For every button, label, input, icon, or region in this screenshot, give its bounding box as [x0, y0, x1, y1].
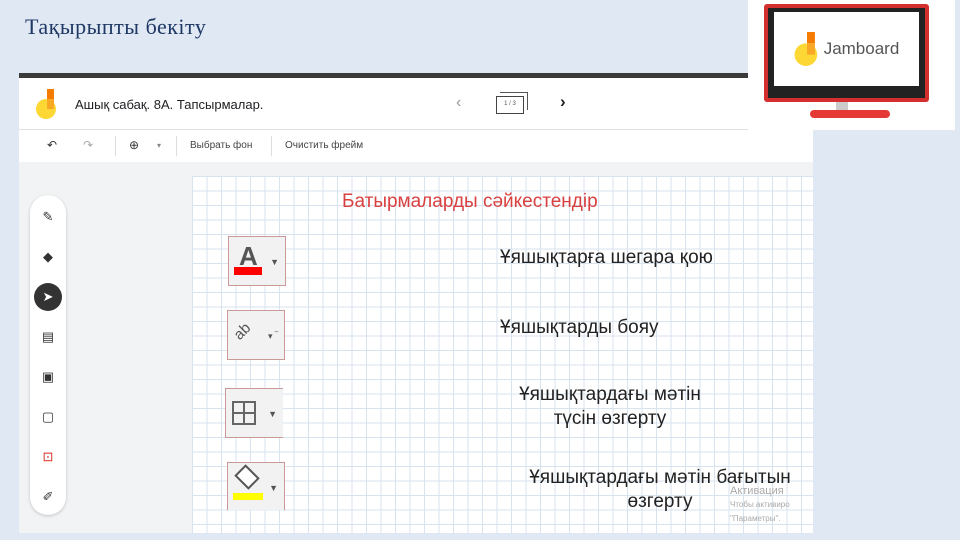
document-title[interactable]: Ашық сабақ. 8А. Тапсырмалар. [75, 97, 263, 112]
jamboard-logo-text: Jamboard [823, 39, 900, 58]
select-pointer-icon[interactable]: ➤ [34, 283, 62, 311]
borders-icon: ▼ [225, 388, 283, 438]
canvas-heading: Батырмаларды сәйкестендір [342, 191, 598, 212]
match-label-1: Ұяшықтарға шегара қою [500, 247, 713, 268]
fill-color-icon: ▼ [227, 462, 285, 510]
frame-counter: 1 / 3 [496, 96, 524, 114]
watermark-line: Активация [730, 485, 784, 497]
pen-icon[interactable]: ✎ [36, 205, 60, 229]
zoom-dropdown-icon[interactable]: ▾ [157, 141, 161, 150]
windows-activation-watermark: Активация Чтобы активиро "Параметры". [730, 484, 790, 526]
text-box-icon[interactable]: ⊡ [36, 445, 60, 469]
set-background-button[interactable]: Выбрать фон [190, 140, 252, 151]
frame-bar-button[interactable]: 1 / 3 [496, 92, 528, 114]
jamboard-logo-icon [794, 32, 817, 66]
match-label-3: Ұяшықтардағы мәтін түсін өзгерту [519, 384, 701, 429]
watermark-line: Чтобы активиро [730, 500, 790, 509]
tool-palette: ✎ ◆ ➤ ▤ ▣ ▢ ⊡ ✐ [30, 195, 66, 515]
clear-frame-button[interactable]: Очистить фрейм [285, 140, 363, 151]
toolbar: ↶ ↷ ⊕ ▾ Выбрать фон Очистить фрейм [19, 130, 813, 162]
chevron-left-icon[interactable]: ‹ [456, 94, 461, 112]
jamboard-logo-image: Jamboard [748, 0, 955, 130]
text-orientation-icon: ab ▾ ‾ [227, 310, 285, 360]
undo-icon[interactable]: ↶ [47, 138, 57, 152]
sticky-note-icon[interactable]: ▤ [36, 325, 60, 349]
watermark-line: "Параметры". [730, 514, 781, 523]
jamboard-screenshot: Ашық сабақ. 8А. Тапсырмалар. ‹ 1 / 3 › ↶… [19, 73, 813, 533]
font-color-icon: A ▼ [228, 236, 286, 286]
redo-icon[interactable]: ↷ [83, 138, 93, 152]
laser-icon[interactable]: ✐ [36, 485, 60, 509]
zoom-icon[interactable]: ⊕ [129, 138, 139, 152]
image-icon[interactable]: ▣ [36, 365, 60, 389]
whiteboard-canvas[interactable]: Батырмаларды сәйкестендір A ▼ ab ▾ ‾ ▼ ▼… [192, 176, 813, 533]
slide-title: Тақырыпты бекіту [25, 14, 207, 39]
match-label-2: Ұяшықтарды бояу [500, 317, 659, 338]
eraser-icon[interactable]: ◆ [36, 245, 60, 269]
chevron-right-icon[interactable]: › [560, 92, 566, 112]
app-header: Ашық сабақ. 8А. Тапсырмалар. ‹ 1 / 3 › [19, 78, 813, 130]
shape-icon[interactable]: ▢ [36, 405, 60, 429]
jamboard-logo-icon [36, 89, 56, 119]
